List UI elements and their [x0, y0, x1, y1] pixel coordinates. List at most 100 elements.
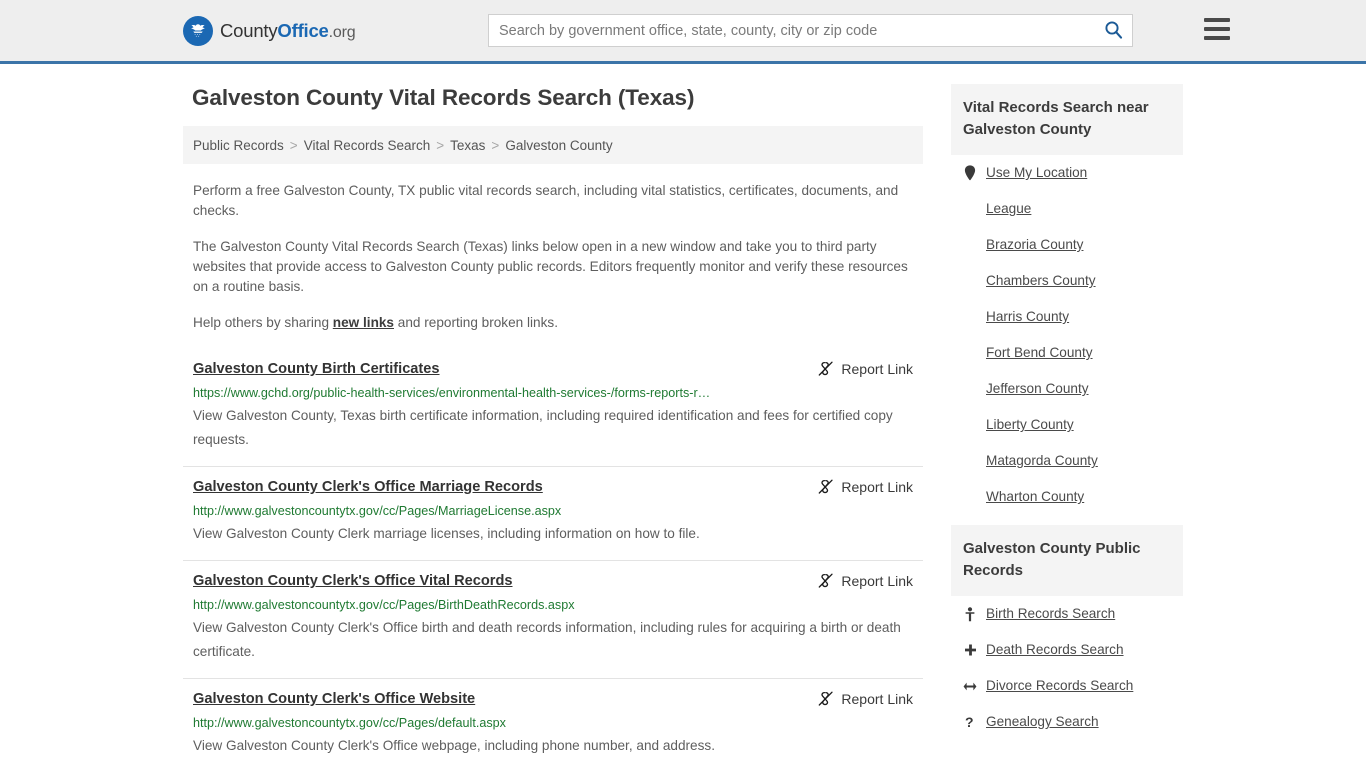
page-container: Galveston County Vital Records Search (T…	[183, 64, 1183, 768]
result-item: Galveston County Clerk's Office Website …	[183, 679, 923, 768]
sidebar-item-chambers-county[interactable]: Chambers County	[951, 263, 1183, 299]
result-item: Galveston County Birth Certificates Repo…	[183, 349, 923, 467]
sidebar-link-label[interactable]: Brazoria County	[986, 236, 1083, 254]
result-title-link[interactable]: Galveston County Clerk's Office Website	[193, 689, 495, 709]
baby-icon	[963, 606, 977, 622]
county-office-eagle-icon	[183, 15, 213, 46]
result-description: View Galveston County Clerk's Office bir…	[193, 620, 901, 659]
sidebar-link-label[interactable]: Death Records Search	[986, 641, 1124, 659]
sidebar-nearby-title: Vital Records Search near Galveston Coun…	[951, 84, 1183, 155]
results-list: Galveston County Birth Certificates Repo…	[183, 349, 923, 768]
search-icon	[1104, 20, 1123, 42]
sidebar-link-label[interactable]: Divorce Records Search	[986, 677, 1133, 695]
result-title-link[interactable]: Galveston County Clerk's Office Vital Re…	[193, 571, 533, 591]
breadcrumb-separator: >	[491, 137, 500, 153]
sidebar-link-label[interactable]: Jefferson County	[986, 380, 1089, 398]
intro-paragraph-1: Perform a free Galveston County, TX publ…	[193, 183, 899, 218]
sidebar-item-birth-records-search[interactable]: Birth Records Search	[951, 596, 1183, 632]
brand-part-office: Office	[277, 19, 329, 41]
question-mark-icon: ?	[963, 715, 977, 730]
main-content: Galveston County Vital Records Search (T…	[183, 84, 923, 768]
svg-text:?: ?	[965, 715, 974, 730]
result-item: Galveston County Clerk's Office Vital Re…	[183, 561, 923, 679]
report-link-button[interactable]: Report Link	[817, 572, 913, 589]
map-pin-icon	[963, 165, 977, 181]
left-right-arrow-icon	[963, 681, 977, 692]
broken-link-icon	[817, 572, 834, 589]
sidebar-link-label[interactable]: Fort Bend County	[986, 344, 1093, 362]
sidebar-item-liberty-county[interactable]: Liberty County	[951, 407, 1183, 443]
report-link-label: Report Link	[841, 360, 913, 377]
hamburger-bar-2	[1204, 27, 1230, 31]
hamburger-bar-3	[1204, 36, 1230, 40]
site-logo-text: CountyOffice.org	[220, 19, 356, 42]
result-title-link[interactable]: Galveston County Birth Certificates	[193, 359, 460, 379]
sidebar-public-records-title: Galveston County Public Records	[951, 525, 1183, 596]
sidebar: Vital Records Search near Galveston Coun…	[951, 84, 1183, 768]
search-button[interactable]	[1094, 15, 1132, 46]
intro-text: Perform a free Galveston County, TX publ…	[183, 181, 923, 333]
sidebar-link-label[interactable]: Liberty County	[986, 416, 1074, 434]
breadcrumb-separator: >	[436, 137, 445, 153]
intro-paragraph-2: The Galveston County Vital Records Searc…	[193, 239, 908, 294]
sidebar-item-use-my-location[interactable]: Use My Location	[951, 155, 1183, 191]
intro-p3-before: Help others by sharing	[193, 315, 333, 330]
report-link-label: Report Link	[841, 572, 913, 589]
report-link-label: Report Link	[841, 690, 913, 707]
result-item: Galveston County Clerk's Office Marriage…	[183, 467, 923, 561]
search-bar[interactable]	[488, 14, 1133, 47]
sidebar-link-label[interactable]: Use My Location	[986, 164, 1087, 182]
report-link-button[interactable]: Report Link	[817, 690, 913, 707]
result-url[interactable]: http://www.galvestoncountytx.gov/cc/Page…	[193, 715, 913, 731]
result-title-link[interactable]: Galveston County Clerk's Office Marriage…	[193, 477, 563, 497]
hamburger-menu-icon[interactable]	[1204, 18, 1230, 40]
page-title: Galveston County Vital Records Search (T…	[192, 85, 695, 110]
intro-p3-after: and reporting broken links.	[394, 315, 558, 330]
breadcrumb: Public Records > Vital Records Search > …	[183, 126, 923, 164]
sidebar-link-label[interactable]: Genealogy Search	[986, 713, 1099, 731]
result-description: View Galveston County, Texas birth certi…	[193, 408, 893, 447]
sidebar-link-label[interactable]: Wharton County	[986, 488, 1084, 506]
sidebar-item-league[interactable]: League	[951, 191, 1183, 227]
sidebar-item-genealogy-search[interactable]: ? Genealogy Search	[951, 704, 1183, 740]
new-links-link[interactable]: new links	[333, 315, 394, 330]
result-url[interactable]: http://www.galvestoncountytx.gov/cc/Page…	[193, 597, 913, 613]
sidebar-item-matagorda-county[interactable]: Matagorda County	[951, 443, 1183, 479]
hamburger-bar-1	[1204, 18, 1230, 22]
breadcrumb-item-texas[interactable]: Texas	[450, 138, 485, 153]
sidebar-item-brazoria-county[interactable]: Brazoria County	[951, 227, 1183, 263]
site-logo[interactable]: CountyOffice.org	[183, 15, 356, 46]
report-link-label: Report Link	[841, 478, 913, 495]
intro-paragraph-3: Help others by sharing new links and rep…	[193, 313, 913, 333]
sidebar-item-jefferson-county[interactable]: Jefferson County	[951, 371, 1183, 407]
result-description: View Galveston County Clerk's Office web…	[193, 738, 715, 753]
result-url[interactable]: http://www.galvestoncountytx.gov/cc/Page…	[193, 503, 913, 519]
site-header: CountyOffice.org	[0, 0, 1366, 64]
sidebar-link-label[interactable]: Matagorda County	[986, 452, 1098, 470]
brand-part-org: .org	[328, 23, 356, 41]
sidebar-public-records-list: Birth Records Search Death Records Searc…	[951, 596, 1183, 740]
report-link-button[interactable]: Report Link	[817, 478, 913, 495]
report-link-button[interactable]: Report Link	[817, 360, 913, 377]
breadcrumb-item-vital-records-search[interactable]: Vital Records Search	[304, 138, 431, 153]
result-url[interactable]: https://www.gchd.org/public-health-servi…	[193, 385, 913, 401]
breadcrumb-item-public-records[interactable]: Public Records	[193, 138, 284, 153]
sidebar-nearby-list: Use My Location League Brazoria County C…	[951, 155, 1183, 515]
result-description: View Galveston County Clerk marriage lic…	[193, 526, 700, 541]
sidebar-link-label[interactable]: Birth Records Search	[986, 605, 1115, 623]
sidebar-item-divorce-records-search[interactable]: Divorce Records Search	[951, 668, 1183, 704]
breadcrumb-item-galveston-county: Galveston County	[505, 137, 613, 153]
broken-link-icon	[817, 690, 834, 707]
search-input[interactable]	[489, 15, 1094, 46]
sidebar-link-label[interactable]: Harris County	[986, 308, 1069, 326]
sidebar-link-label[interactable]: Chambers County	[986, 272, 1096, 290]
sidebar-item-harris-county[interactable]: Harris County	[951, 299, 1183, 335]
broken-link-icon	[817, 478, 834, 495]
sidebar-item-death-records-search[interactable]: Death Records Search	[951, 632, 1183, 668]
sidebar-item-fort-bend-county[interactable]: Fort Bend County	[951, 335, 1183, 371]
sidebar-item-wharton-county[interactable]: Wharton County	[951, 479, 1183, 515]
breadcrumb-separator: >	[289, 137, 298, 153]
sidebar-link-label[interactable]: League	[986, 200, 1031, 218]
broken-link-icon	[817, 360, 834, 377]
